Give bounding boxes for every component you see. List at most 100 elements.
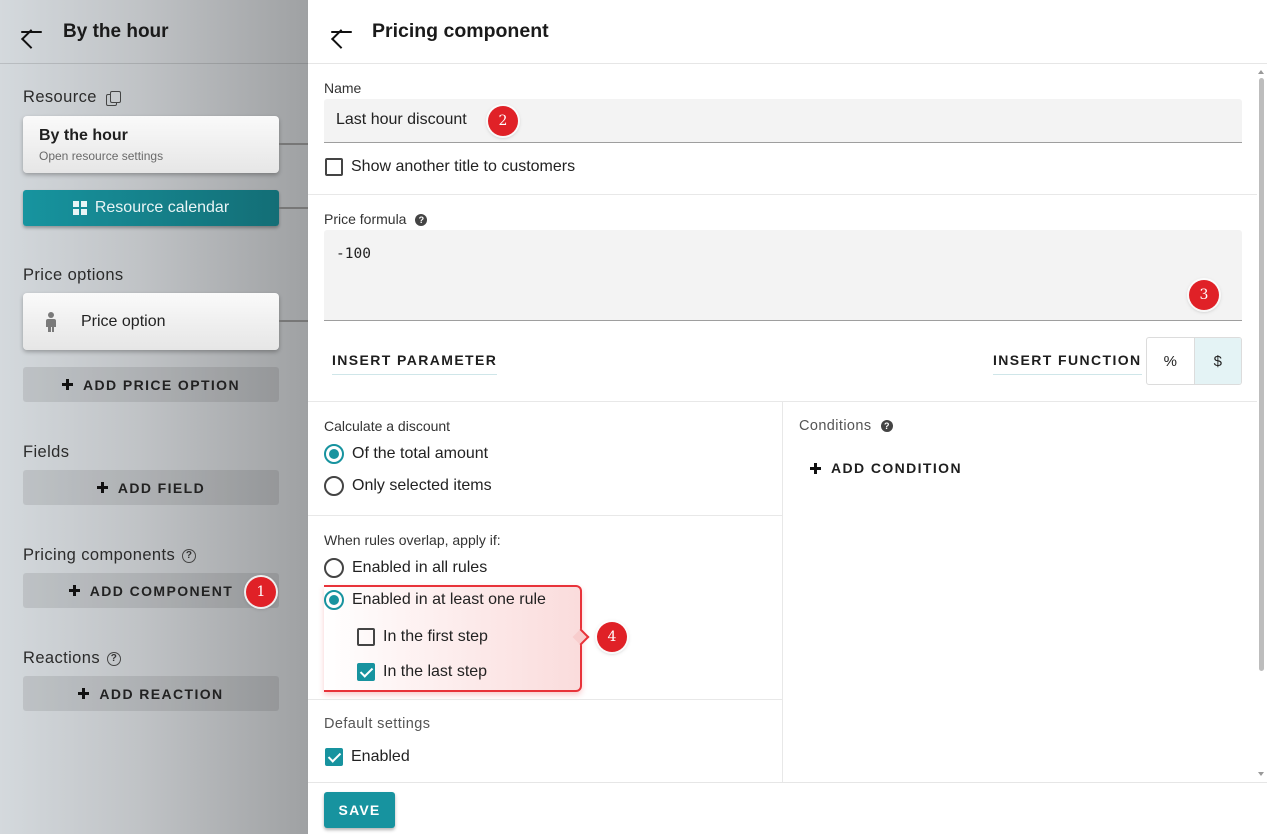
price-formula-value: -100 [336,246,371,262]
help-icon[interactable]: ? [880,420,893,433]
resource-card-title: By the hour [39,127,128,144]
back-arrow-icon[interactable] [328,22,354,42]
enabled-checkbox[interactable]: Enabled [325,748,410,766]
help-icon[interactable]: ? [182,548,197,563]
save-button[interactable]: SAVE [324,792,395,828]
connector-line [279,207,308,209]
pricing-components-section-label: Pricing components ? [23,546,197,565]
add-reaction-button[interactable]: ADD REACTION [23,676,279,711]
first-step-label: In the first step [383,628,488,645]
grid-icon [72,201,87,215]
price-formula-label-row: Price formula ? [324,211,428,227]
connector-line [279,143,308,145]
calc-option-selected-items-label: Only selected items [352,477,492,494]
dollar-option[interactable]: $ [1193,338,1241,384]
checkbox-checked-icon [325,748,343,766]
add-condition-button[interactable]: ADD CONDITION [810,460,962,476]
conditions-label: Conditions [799,418,872,434]
first-step-checkbox[interactable]: In the first step [357,628,488,646]
calculate-discount-label: Calculate a discount [324,418,451,434]
add-field-button[interactable]: ADD FIELD [23,470,279,505]
name-input-value: Last hour discount [336,111,467,128]
show-title-checkbox[interactable]: Show another title to customers [325,158,575,176]
help-icon[interactable]: ? [415,214,428,227]
unit-toggle: % $ [1146,337,1242,385]
conditions-label-row: Conditions ? [799,418,893,434]
default-settings-label: Default settings [324,716,431,732]
overlap-option-at-least-one[interactable]: Enabled in at least one rule [324,590,546,610]
name-label: Name [324,80,362,96]
reactions-section-label: Reactions ? [23,649,121,668]
add-reaction-label: ADD REACTION [99,685,224,702]
price-options-label: Price options [23,266,124,284]
show-title-label: Show another title to customers [351,158,576,175]
reactions-label: Reactions [23,649,100,667]
divider [308,699,782,700]
price-formula-input[interactable]: -100 [324,230,1242,321]
resource-calendar-label: Resource calendar [94,199,230,216]
insert-function-button[interactable]: INSERT FUNCTION [993,352,1142,375]
help-icon[interactable]: ? [106,651,121,666]
scrollbar-thumb[interactable] [1259,78,1264,671]
scroll-up-arrow-icon[interactable] [1258,70,1264,74]
fields-label: Fields [23,443,70,461]
overlap-option-at-least-one-label: Enabled in at least one rule [352,591,546,608]
plus-icon [810,462,821,474]
add-condition-label: ADD CONDITION [831,460,962,476]
resource-calendar-button[interactable]: Resource calendar [23,190,279,226]
resource-section-label: Resource [23,88,121,107]
column-divider [782,401,783,782]
price-option-card[interactable]: Price option [23,293,279,350]
last-step-label: In the last step [383,663,488,680]
calc-option-total[interactable]: Of the total amount [324,444,488,464]
annotation-badge-3: 3 [1189,280,1219,310]
back-arrow-icon[interactable] [18,22,44,42]
name-input[interactable]: Last hour discount [324,99,1242,143]
insert-parameter-button[interactable]: INSERT PARAMETER [332,352,498,375]
plus-icon [68,585,80,596]
add-component-button[interactable]: ADD COMPONENT [23,573,279,608]
resource-panel-title: By the hour [63,20,169,42]
annotation-badge-4: 4 [597,622,627,652]
resource-card-subtitle: Open resource settings [39,149,164,163]
drawer-header: Pricing component [308,0,1267,64]
resource-panel-header: By the hour [0,0,308,64]
add-price-option-button[interactable]: ADD PRICE OPTION [23,367,279,402]
plus-icon [96,482,108,493]
add-component-label: ADD COMPONENT [89,582,234,599]
drawer-footer: SAVE [308,782,1267,834]
plus-icon [78,688,90,699]
price-formula-label: Price formula [324,211,407,227]
price-option-label: Price option [81,312,166,330]
percent-option[interactable]: % [1147,338,1194,384]
scroll-down-arrow-icon[interactable] [1258,772,1264,776]
overlap-option-all[interactable]: Enabled in all rules [324,558,487,578]
calc-option-selected-items[interactable]: Only selected items [324,476,492,496]
add-price-option-label: ADD PRICE OPTION [83,376,240,393]
last-step-checkbox[interactable]: In the last step [357,663,487,681]
radio-selected-icon [324,444,344,464]
overlap-label: When rules overlap, apply if: [324,532,501,548]
checkbox-icon [325,158,343,176]
connector-line [279,320,308,322]
checkbox-icon [357,628,375,646]
pricing-component-drawer: Pricing component Name Last hour discoun… [308,0,1267,834]
radio-selected-icon [324,590,344,610]
enabled-label: Enabled [351,748,410,765]
calc-option-total-label: Of the total amount [352,445,489,462]
radio-icon [324,476,344,496]
overlap-option-all-label: Enabled in all rules [352,559,488,576]
radio-icon [324,558,344,578]
scrollbar[interactable] [1257,64,1267,782]
drawer-title: Pricing component [372,20,549,42]
resource-label: Resource [23,88,97,106]
copy-icon[interactable] [105,90,121,106]
person-icon [45,311,57,332]
add-field-label: ADD FIELD [117,479,206,496]
checkbox-checked-icon [357,663,375,681]
resource-card[interactable]: By the hour Open resource settings [23,116,279,173]
annotation-badge-1: 1 [246,577,276,607]
annotation-badge-2: 2 [488,106,518,136]
divider [308,515,782,516]
divider [308,194,1257,195]
